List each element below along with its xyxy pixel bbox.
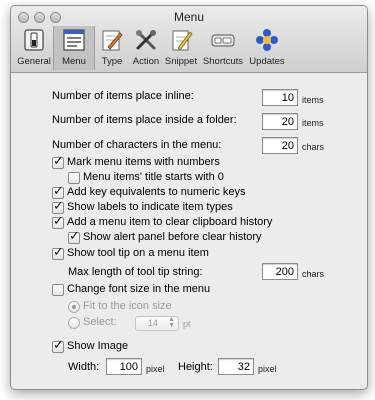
tab-label: Menu <box>62 56 86 67</box>
title-zero-checkbox[interactable] <box>68 172 80 184</box>
folder-items-field[interactable]: 20 <box>262 113 298 130</box>
height-field[interactable]: 32 <box>218 358 254 375</box>
fit-icon-label: Fit to the icon size <box>83 300 172 312</box>
tab-label: Action <box>132 56 160 67</box>
menu-chars-unit: chars <box>302 142 325 152</box>
general-switch-icon <box>24 29 44 51</box>
action-tools-icon <box>136 30 156 50</box>
folder-items-label: Number of items place inside a folder: <box>52 114 237 126</box>
tab-label: Shortcuts <box>202 56 244 67</box>
height-label: Height: <box>178 361 213 373</box>
select-size-radio[interactable] <box>68 317 80 329</box>
preferences-window: Menu General Menu Type Action Snippet Sh… <box>10 5 368 390</box>
menu-settings-panel: Number of items place inline: 10 items N… <box>11 73 367 389</box>
font-size-select[interactable]: 14 ▲ ▼ <box>135 316 179 331</box>
alert-panel-checkbox[interactable] <box>68 229 80 244</box>
alert-panel-label: Show alert panel before clear history <box>83 231 262 243</box>
show-labels-label: Show labels to indicate item types <box>67 201 233 213</box>
tab-label: Updates <box>249 56 285 67</box>
tab-menu[interactable]: Menu <box>53 26 95 70</box>
tab-label: General <box>17 56 51 67</box>
tooltip-checkbox[interactable] <box>52 245 64 260</box>
fit-icon-radio[interactable] <box>68 301 80 313</box>
inline-items-field[interactable]: 10 <box>262 89 298 106</box>
inline-items-label: Number of items place inline: <box>52 90 194 102</box>
menu-list-icon <box>63 29 85 51</box>
title-zero-label: Menu items' title starts with 0 <box>83 171 224 183</box>
window-title: Menu <box>173 10 205 24</box>
width-field[interactable]: 100 <box>106 358 142 375</box>
tooltip-label: Show tool tip on a menu item <box>67 247 209 259</box>
tab-general[interactable]: General <box>15 26 53 70</box>
tooltip-length-unit: chars <box>302 269 325 279</box>
width-label: Width: <box>68 361 100 373</box>
tab-label: Snippet <box>164 56 198 67</box>
font-size-unit: pt <box>183 319 191 329</box>
select-size-label: Select: <box>83 316 117 328</box>
tab-shortcuts[interactable]: Shortcuts <box>200 26 246 70</box>
show-image-label: Show Image <box>67 340 129 352</box>
width-unit: pixel <box>146 364 165 374</box>
tab-type[interactable]: Type <box>97 26 127 70</box>
show-labels-checkbox[interactable] <box>52 199 64 214</box>
shortcuts-keyboard-icon <box>211 34 235 47</box>
menu-chars-label: Number of characters in the menu: <box>52 139 222 151</box>
tab-snippet[interactable]: Snippet <box>163 26 199 70</box>
key-equivalents-checkbox[interactable] <box>52 184 64 199</box>
updates-dots-icon <box>256 29 278 51</box>
tooltip-length-label: Max length of tool tip string: <box>68 266 203 278</box>
font-size-select-value: 14 <box>148 318 159 328</box>
mark-numbers-checkbox[interactable] <box>52 154 64 169</box>
tab-updates[interactable]: Updates <box>247 26 287 70</box>
font-size-checkbox[interactable] <box>52 284 64 296</box>
tab-label: Type <box>101 56 123 67</box>
clear-history-checkbox[interactable] <box>52 214 64 229</box>
tab-action[interactable]: Action <box>129 26 163 70</box>
key-equivalents-label: Add key equivalents to numeric keys <box>67 186 246 198</box>
tooltip-length-field[interactable]: 200 <box>262 263 298 280</box>
font-size-label: Change font size in the menu <box>67 283 211 295</box>
menu-chars-field[interactable]: 20 <box>262 137 298 154</box>
mark-numbers-label: Mark menu items with numbers <box>67 156 220 168</box>
titlebar: Menu General Menu Type Action Snippet Sh… <box>11 6 367 73</box>
inline-items-unit: items <box>302 95 324 105</box>
clear-history-label: Add a menu item to clear clipboard histo… <box>67 216 273 228</box>
snippet-pencil-icon <box>172 30 193 51</box>
height-unit: pixel <box>258 364 277 374</box>
chevron-updown-icon: ▲ ▼ <box>168 316 175 329</box>
show-image-checkbox[interactable] <box>52 338 64 353</box>
folder-items-unit: items <box>302 118 324 128</box>
type-pen-icon <box>102 30 123 51</box>
